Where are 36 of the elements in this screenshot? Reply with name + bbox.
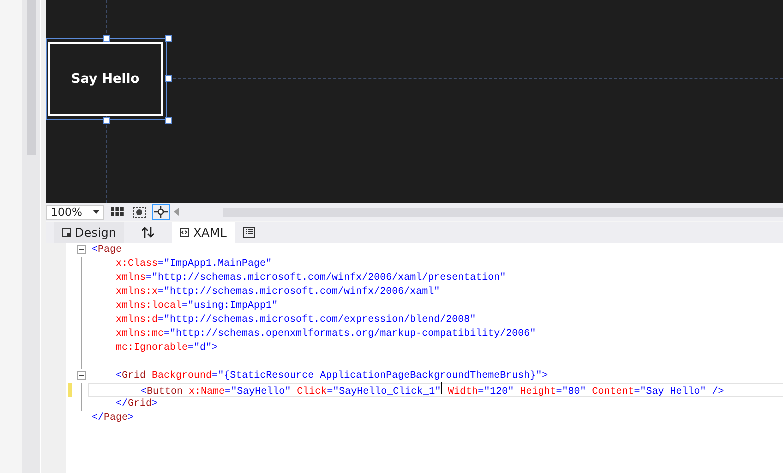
scroll-left-icon[interactable] [174, 208, 179, 216]
say-hello-button[interactable]: Say Hello [48, 42, 163, 116]
code-line: x:Class="ImpApp1.MainPage" [115, 258, 272, 270]
dropdown-arrow-icon [93, 210, 100, 214]
collapse-icon[interactable] [77, 371, 86, 380]
code-line: <Button x:Name="SayHello" Click="SayHello_Click_1" Width="120" Height="80" Content="Say Hello" /> [93, 382, 724, 398]
resize-handle[interactable] [165, 75, 172, 82]
resize-handle[interactable] [165, 117, 172, 124]
view-tab[interactable]: Design [54, 222, 124, 243]
view-tab[interactable]: XAML [172, 222, 235, 243]
code-line: </Page> [92, 412, 134, 424]
code-line: mc:Ignorable="d"> [115, 342, 218, 354]
grid-icon [110, 207, 124, 217]
snap-lines-button[interactable] [152, 204, 170, 220]
text-cursor [441, 382, 442, 394]
resize-handle[interactable] [103, 117, 110, 124]
code-line: xmlns:local="using:ImpApp1" [115, 300, 278, 312]
panel-icon [242, 227, 255, 238]
code-line: <Grid Background="{StaticResource ApplicationPageBackgroundThemeBrush}"> [115, 370, 548, 382]
code-line: xmlns:mc="http://schemas.openxmlformats.org/markup-compatibility/2006" [115, 328, 536, 340]
resize-handle[interactable] [103, 35, 110, 42]
design-icon [62, 228, 71, 237]
collapse-icon[interactable] [77, 245, 86, 254]
snap-button[interactable] [130, 204, 148, 220]
resize-handle[interactable] [165, 35, 172, 42]
zoom-dropdown[interactable]: 100% [46, 204, 104, 220]
snap-grid-icon [132, 206, 146, 218]
crosshair-icon [154, 206, 168, 218]
scrollbar-thumb[interactable] [26, 0, 36, 155]
code-line: </Grid> [115, 398, 158, 410]
code-icon [180, 228, 190, 237]
swap-arrows-icon [142, 227, 154, 238]
code-line: xmlns="http://schemas.microsoft.com/winfx/2006/xaml/presentation" [115, 272, 506, 284]
code-line: xmlns:d="http://schemas.microsoft.com/expression/blend/2008" [115, 314, 476, 326]
code-line: xmlns:x="http://schemas.microsoft.com/winfx/2006/xaml" [115, 286, 440, 298]
code-line: <Page [92, 244, 122, 256]
